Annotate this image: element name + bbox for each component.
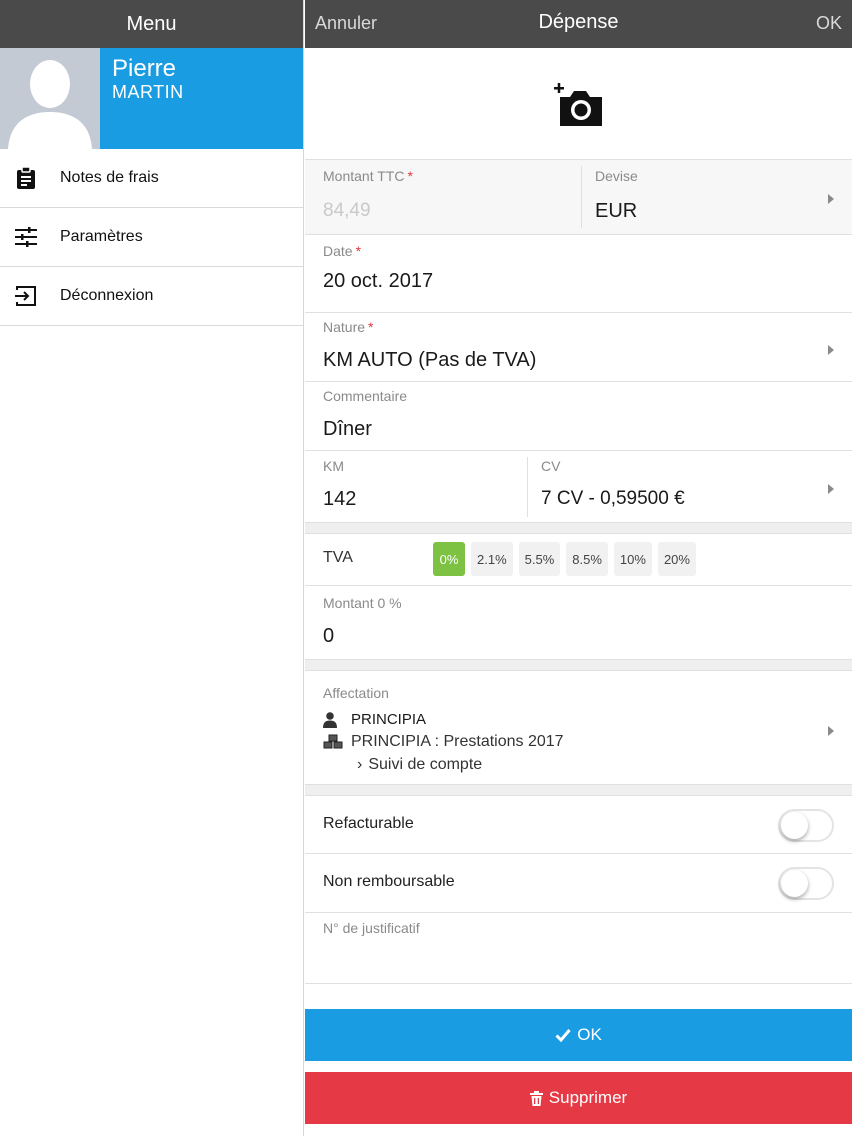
comment-field[interactable]: Commentaire Dîner bbox=[305, 382, 852, 451]
currency-value: EUR bbox=[595, 200, 638, 222]
chevron-right-icon bbox=[828, 194, 834, 204]
menu-item-label: Déconnexion bbox=[60, 287, 154, 304]
nature-field[interactable]: Nature * KM AUTO (Pas de TVA) bbox=[305, 313, 852, 382]
non-remboursable-row: Non remboursable bbox=[305, 854, 852, 913]
km-field[interactable]: KM 142 bbox=[305, 451, 527, 522]
required-marker: * bbox=[368, 319, 374, 335]
section-gap bbox=[305, 785, 852, 796]
default-avatar-icon bbox=[0, 48, 100, 149]
section-gap bbox=[305, 523, 852, 534]
user-icon bbox=[323, 711, 345, 728]
justificatif-label: N° de justificatif bbox=[323, 920, 420, 936]
chevron-right-icon bbox=[828, 345, 834, 355]
amount-label: Montant TTC bbox=[323, 168, 405, 184]
currency-field[interactable]: Devise EUR bbox=[582, 160, 852, 234]
refacturable-row: Refacturable bbox=[305, 796, 852, 854]
chevron-right-icon bbox=[828, 484, 834, 494]
menu-header: Menu bbox=[0, 0, 303, 48]
date-value: 20 oct. 2017 bbox=[323, 270, 434, 292]
km-cv-row: KM 142 CV 7 CV - 0,59500 € bbox=[305, 451, 852, 523]
profile-names: Pierre MARTIN bbox=[100, 48, 196, 149]
amount-zero-field[interactable]: Montant 0 % 0 bbox=[305, 586, 852, 660]
affectation-project: PRINCIPIA : Prestations 2017 bbox=[323, 733, 564, 751]
nav-bar: Annuler Dépense OK bbox=[305, 0, 852, 48]
affectation-project-name: PRINCIPIA : Prestations 2017 bbox=[351, 733, 564, 750]
side-menu: Menu Pierre MARTIN Notes de frais Paramè… bbox=[0, 0, 304, 1136]
menu-title: Menu bbox=[126, 12, 177, 35]
required-marker: * bbox=[407, 168, 413, 184]
ok-button-label: OK bbox=[577, 1025, 602, 1044]
comment-label: Commentaire bbox=[323, 388, 408, 404]
user-profile[interactable]: Pierre MARTIN bbox=[0, 48, 303, 149]
nature-value: KM AUTO (Pas de TVA) bbox=[323, 349, 537, 371]
tva-label: TVA bbox=[323, 549, 353, 566]
tva-option-5-5[interactable]: 5.5% bbox=[518, 542, 561, 576]
menu-item-parametres[interactable]: Paramètres bbox=[0, 208, 303, 267]
menu-item-label: Paramètres bbox=[60, 228, 143, 245]
affectation-client: PRINCIPIA bbox=[323, 711, 426, 728]
currency-label: Devise bbox=[595, 168, 638, 184]
delete-button-label: Supprimer bbox=[548, 1088, 628, 1107]
ok-button[interactable]: OK bbox=[305, 1009, 852, 1061]
date-field[interactable]: Date * 20 oct. 2017 bbox=[305, 235, 852, 313]
refacturable-toggle[interactable] bbox=[778, 809, 834, 842]
avatar bbox=[0, 48, 100, 149]
refacturable-label: Refacturable bbox=[323, 815, 414, 832]
menu-item-deconnexion[interactable]: Déconnexion bbox=[0, 267, 303, 326]
tva-option-0[interactable]: 0% bbox=[433, 542, 465, 576]
km-label: KM bbox=[323, 458, 344, 474]
menu-item-notes-de-frais[interactable]: Notes de frais bbox=[0, 149, 303, 208]
tva-option-2-1[interactable]: 2.1% bbox=[471, 542, 513, 576]
cubes-icon bbox=[323, 734, 345, 750]
tva-row: TVA 0% 2.1% 5.5% 8.5% 10% 20% bbox=[305, 534, 852, 586]
nature-label: Nature bbox=[323, 319, 366, 335]
amount-field[interactable]: Montant TTC * 84,49 bbox=[305, 160, 581, 234]
cv-field[interactable]: CV 7 CV - 0,59500 € bbox=[528, 451, 852, 522]
amount-currency-row: Montant TTC * 84,49 Devise EUR bbox=[305, 160, 852, 235]
tva-options: 0% 2.1% 5.5% 8.5% 10% 20% bbox=[433, 542, 696, 576]
user-last-name: MARTIN bbox=[112, 82, 184, 102]
delete-button[interactable]: Supprimer bbox=[305, 1072, 852, 1124]
expense-form: Annuler Dépense OK Montant TTC * 84,49 De… bbox=[305, 0, 852, 1136]
comment-value: Dîner bbox=[323, 418, 372, 440]
section-gap bbox=[305, 660, 852, 671]
toggle-knob bbox=[781, 870, 808, 897]
affectation-client-name: PRINCIPIA bbox=[351, 711, 427, 728]
photo-zone bbox=[305, 48, 852, 160]
page-title: Dépense bbox=[538, 11, 619, 33]
tva-option-20[interactable]: 20% bbox=[657, 542, 696, 576]
affectation-task-name: Suivi de compte bbox=[368, 756, 483, 773]
user-first-name: Pierre bbox=[112, 55, 177, 82]
non-remboursable-label: Non remboursable bbox=[323, 873, 455, 890]
amount-value: 84,49 bbox=[323, 200, 371, 221]
menu-item-label: Notes de frais bbox=[60, 169, 159, 186]
tva-option-10[interactable]: 10% bbox=[613, 542, 652, 576]
amount-zero-value: 0 bbox=[323, 625, 335, 647]
sliders-icon bbox=[14, 225, 38, 249]
trash-icon bbox=[529, 1090, 543, 1106]
nav-ok-button[interactable]: OK bbox=[816, 13, 842, 34]
add-photo-icon[interactable] bbox=[552, 79, 606, 129]
non-remboursable-toggle[interactable] bbox=[778, 867, 834, 900]
date-label: Date bbox=[323, 243, 353, 259]
cv-value: 7 CV - 0,59500 € bbox=[541, 488, 685, 509]
clipboard-icon bbox=[14, 166, 38, 190]
sign-out-icon bbox=[14, 284, 38, 308]
km-value: 142 bbox=[323, 488, 357, 510]
cv-label: CV bbox=[541, 458, 561, 474]
affectation-field[interactable]: Affectation PRINCIPIA PRINCIPIA : Presta… bbox=[305, 671, 852, 785]
chevron-right-small-icon: › bbox=[357, 756, 363, 773]
chevron-right-icon bbox=[828, 726, 834, 736]
justificatif-field[interactable]: N° de justificatif bbox=[305, 913, 852, 984]
required-marker: * bbox=[355, 243, 362, 259]
toggle-knob bbox=[781, 812, 808, 839]
amount-zero-label: Montant 0 % bbox=[323, 595, 402, 611]
affectation-label: Affectation bbox=[323, 685, 389, 701]
affectation-task: › Suivi de compte bbox=[357, 756, 482, 774]
check-icon bbox=[555, 1028, 571, 1042]
tva-option-8-5[interactable]: 8.5% bbox=[566, 542, 608, 576]
